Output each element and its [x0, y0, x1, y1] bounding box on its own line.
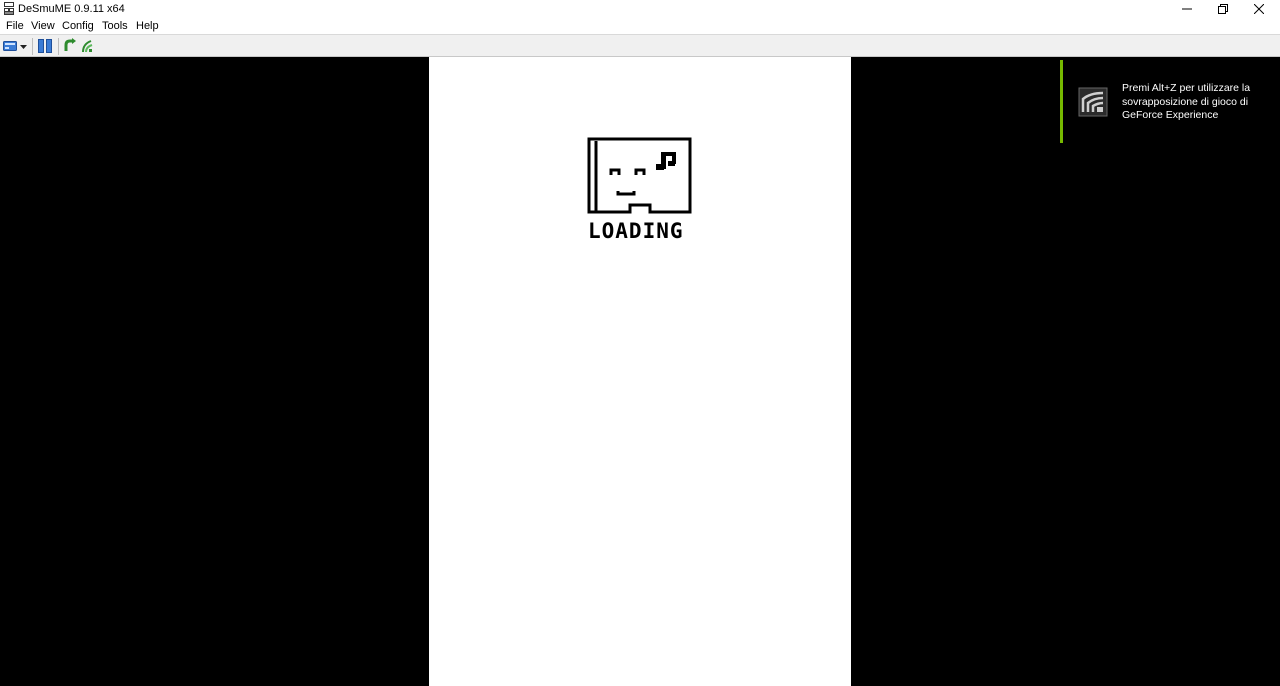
- title-bar[interactable]: DeSmuME 0.9.11 x64: [0, 0, 1280, 18]
- menu-help[interactable]: Help: [136, 19, 159, 33]
- restore-icon: [1218, 4, 1228, 14]
- notification-message: Premi Alt+Z per utilizzare la sovrapposi…: [1122, 82, 1251, 121]
- open-rom-icon[interactable]: [3, 38, 17, 54]
- menu-config[interactable]: Config: [62, 19, 94, 33]
- restore-button[interactable]: [1205, 0, 1241, 18]
- ds-screen[interactable]: LOADING: [429, 57, 851, 686]
- close-icon: [1254, 4, 1264, 14]
- minimize-icon: [1182, 8, 1192, 10]
- loading-label: LOADING: [588, 219, 684, 243]
- window-title: DeSmuME 0.9.11 x64: [18, 3, 125, 15]
- toolbar-separator: [32, 38, 33, 55]
- menu-tools[interactable]: Tools: [102, 19, 128, 33]
- pause-icon[interactable]: [37, 38, 53, 54]
- geforce-share-icon: [1078, 87, 1108, 117]
- close-button[interactable]: [1241, 0, 1277, 18]
- menu-bar: File View Config Tools Help: [0, 18, 1280, 34]
- menu-view[interactable]: View: [31, 19, 55, 33]
- wifi-icon[interactable]: [81, 38, 95, 54]
- app-icon: [4, 2, 14, 15]
- minimize-button[interactable]: [1169, 0, 1205, 18]
- menu-file[interactable]: File: [6, 19, 24, 33]
- reset-icon[interactable]: [63, 38, 77, 54]
- emulator-viewport[interactable]: LOADING Premi Alt+Z per utilizzare la so…: [0, 57, 1280, 686]
- sd-card-music-icon: [587, 137, 692, 214]
- toolbar: [0, 34, 1280, 57]
- toolbar-separator: [58, 38, 59, 55]
- notification-accent-bar: [1060, 60, 1063, 143]
- dropdown-arrow-icon[interactable]: [19, 38, 28, 54]
